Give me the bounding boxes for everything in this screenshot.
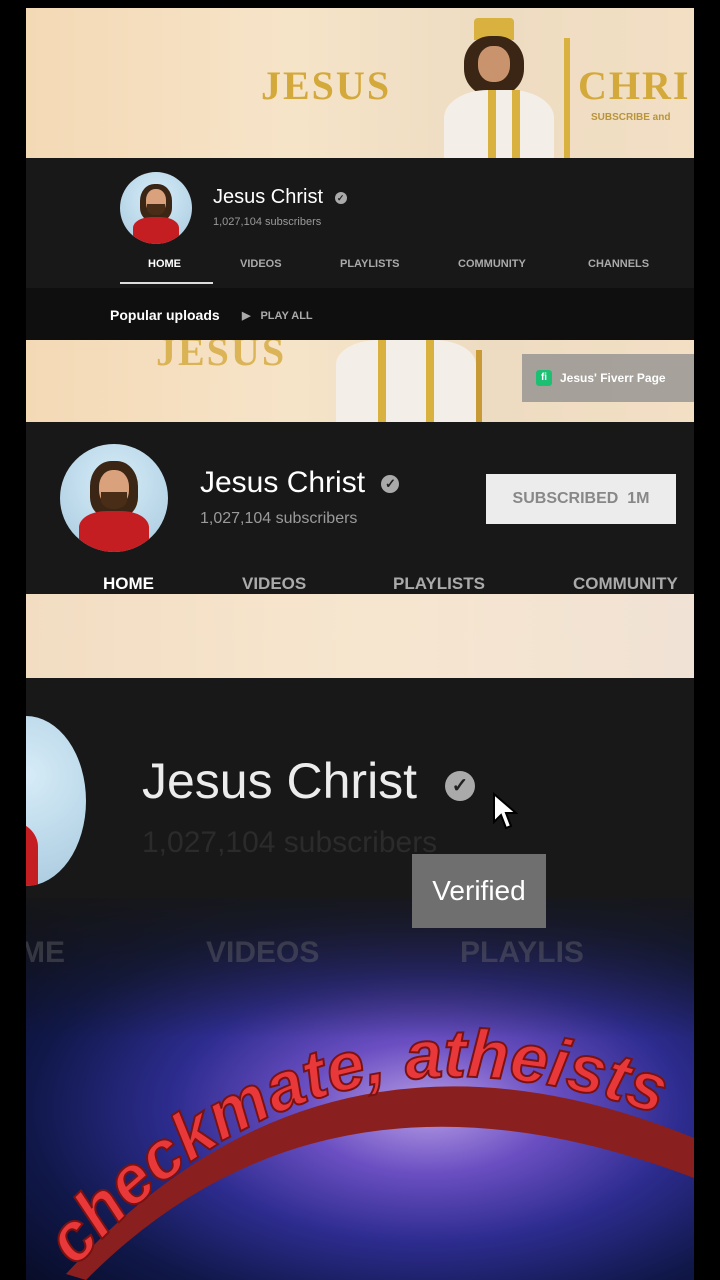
banner-figure-2 bbox=[326, 340, 486, 422]
checkmate-caption: checkmate, atheists bbox=[30, 1015, 694, 1280]
verified-check-icon[interactable]: ✓ bbox=[444, 771, 475, 801]
tab-home-underline bbox=[120, 282, 213, 284]
tab-playlists-2[interactable]: PLAYLISTS bbox=[393, 574, 485, 594]
popular-uploads-bar: Popular uploads ▶ PLAY ALL bbox=[26, 288, 694, 340]
avatar[interactable] bbox=[120, 172, 192, 244]
channel-name-2: Jesus Christ ✓ bbox=[200, 466, 400, 500]
channel-name-text-2: Jesus Christ bbox=[200, 466, 366, 499]
subscribed-button[interactable]: SUBSCRIBED 1M bbox=[486, 474, 676, 524]
avatar-large[interactable] bbox=[60, 444, 168, 552]
channel-banner-2: JESUS fi Jesus' Fiverr Page bbox=[26, 340, 694, 422]
tab-playlists[interactable]: PLAYLISTS bbox=[340, 258, 400, 270]
channel-header-3: Jesus Christ ✓ 1,027,104 subscribers Ver… bbox=[26, 678, 694, 1280]
channel-banner-3 bbox=[26, 594, 694, 678]
faded-tab-home: ME bbox=[26, 936, 65, 969]
channel-banner: JESUS CHRI SUBSCRIBE and bbox=[26, 8, 694, 158]
banner-title-partial: JESUS bbox=[156, 340, 287, 374]
faded-tab-videos: VIDEOS bbox=[206, 936, 320, 969]
play-all-button[interactable]: ▶ PLAY ALL bbox=[242, 309, 313, 322]
channel-name-text: Jesus Christ bbox=[213, 186, 324, 208]
tab-videos-2[interactable]: VIDEOS bbox=[242, 574, 306, 594]
channel-name: Jesus Christ ✓ bbox=[213, 186, 347, 209]
verified-check-icon: ✓ bbox=[381, 475, 400, 493]
channel-name-text-3: Jesus Christ bbox=[142, 753, 418, 809]
avatar-cropped[interactable] bbox=[26, 716, 86, 886]
verified-tooltip: Verified bbox=[412, 854, 546, 928]
fiverr-icon: fi bbox=[536, 370, 552, 386]
subscriber-count-2: 1,027,104 subscribers bbox=[200, 510, 358, 527]
play-all-label: PLAY ALL bbox=[260, 310, 313, 322]
channel-header-2: Jesus Christ ✓ 1,027,104 subscribers SUB… bbox=[26, 422, 694, 594]
banner-figure bbox=[426, 18, 576, 158]
channel-header: Jesus Christ ✓ 1,027,104 subscribers HOM… bbox=[26, 158, 694, 288]
faded-tab-playlists: PLAYLIS bbox=[460, 936, 584, 969]
banner-title-right: CHRI bbox=[578, 63, 691, 108]
subscriber-count: 1,027,104 subscribers bbox=[213, 216, 322, 228]
banner-subscribe-text: SUBSCRIBE and bbox=[591, 112, 671, 123]
play-icon: ▶ bbox=[242, 310, 251, 322]
tab-home-2[interactable]: HOME bbox=[103, 574, 154, 594]
channel-name-3: Jesus Christ ✓ bbox=[142, 752, 475, 810]
subscriber-count-3: 1,027,104 subscribers bbox=[142, 826, 438, 859]
fiverr-link-label: Jesus' Fiverr Page bbox=[560, 371, 666, 385]
tab-community-2[interactable]: COMMUNITY bbox=[573, 574, 678, 594]
fiverr-link[interactable]: fi Jesus' Fiverr Page bbox=[522, 354, 694, 402]
tab-channels[interactable]: CHANNELS bbox=[588, 258, 649, 270]
tab-community[interactable]: COMMUNITY bbox=[458, 258, 526, 270]
tab-home[interactable]: HOME bbox=[148, 258, 181, 270]
section-title: Popular uploads bbox=[110, 307, 220, 323]
tab-videos[interactable]: VIDEOS bbox=[240, 258, 282, 270]
banner-title-left: JESUS bbox=[261, 63, 392, 108]
verified-check-icon: ✓ bbox=[334, 192, 347, 204]
